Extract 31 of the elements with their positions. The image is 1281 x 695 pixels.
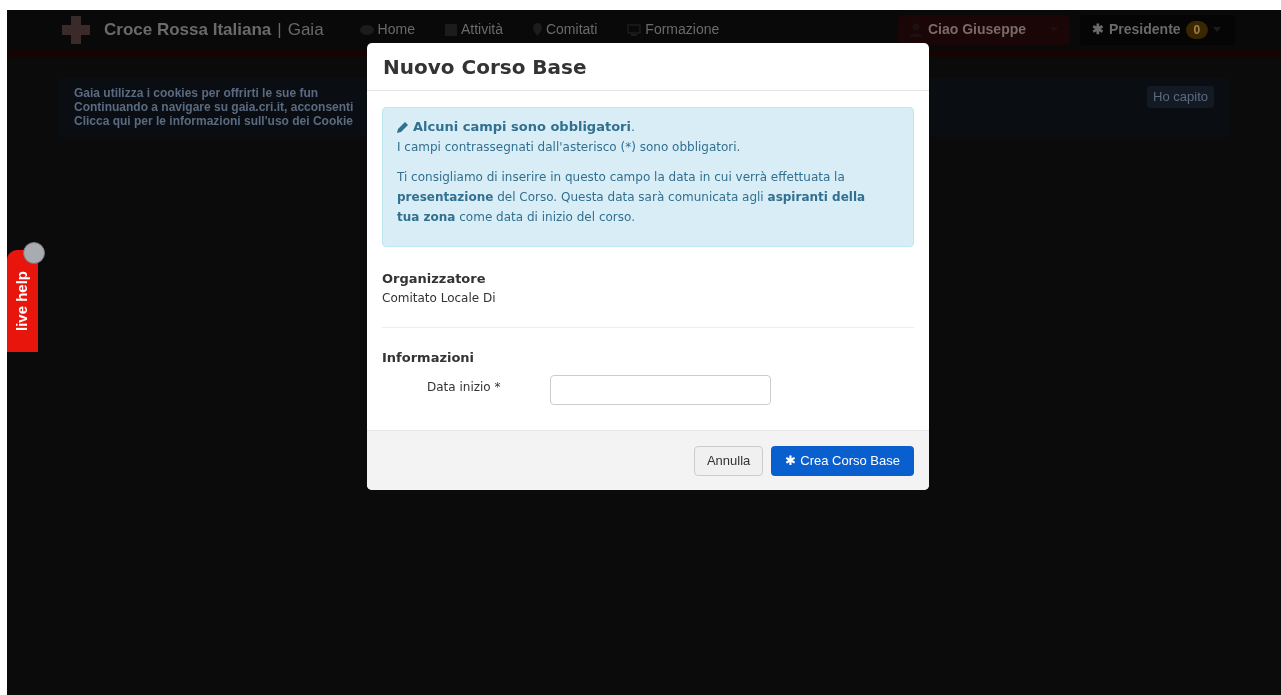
- cookie-text: Gaia utilizza i cookies per offrirti le sue fun: [74, 86, 320, 100]
- organizer-heading: Organizzatore: [382, 270, 487, 288]
- cookie-text: Continuando a navigare su gaia.cri.it, acconsenti: [74, 100, 354, 114]
- nav-link[interactable]: Comitati: [532, 19, 598, 40]
- caret-icon: [1213, 27, 1222, 32]
- nav-link[interactable]: Home: [359, 19, 415, 40]
- alert-text: I campi contrassegnati dall'asterisco (*) sono obbligatori.: [397, 139, 742, 156]
- cross-logo: [62, 15, 90, 44]
- nav-link[interactable]: Attività: [444, 19, 503, 40]
- dismiss-button[interactable]: Ho capito: [1147, 86, 1214, 108]
- pencil-icon: [397, 121, 409, 133]
- alert-paragraph: Ti consigliamo di inserire in questo campo la data in cui verrà effettuata la presentazione del Corso. Questa data sarà comunicata agli aspiranti della tua zona come data di inizio del corso.: [397, 169, 867, 226]
- role-menu-button[interactable]: ✱ Presidente 0: [1080, 14, 1235, 45]
- alert-heading: Alcuni campi sono obbligatori.: [413, 118, 636, 136]
- brand-suffix[interactable]: Gaia: [287, 16, 324, 43]
- modal-title: Nuovo Corso Base: [383, 53, 587, 81]
- brand-separator: |: [277, 18, 282, 41]
- asterisk-icon: ✱: [1092, 19, 1104, 40]
- cookie-text: Clicca qui per le informazioni sull'uso dei Cookie: [74, 114, 354, 128]
- section-heading: Informazioni: [382, 348, 476, 367]
- nav-link[interactable]: Formazione: [627, 19, 720, 40]
- organizer-name: Comitato Locale Di: [382, 289, 497, 307]
- notification-badge: 0: [1185, 20, 1209, 39]
- date-input[interactable]: [550, 375, 771, 405]
- user-menu-button[interactable]: Ciao Giuseppe: [898, 14, 1070, 45]
- field-label: Data inizio *: [426, 379, 502, 396]
- live-help-tab[interactable]: live help: [7, 250, 38, 352]
- cancel-button[interactable]: Annulla: [693, 445, 764, 476]
- create-button[interactable]: ✱ Crea Corso Base: [771, 445, 914, 476]
- brand-name[interactable]: Croce Rossa Italiana: [104, 16, 272, 43]
- asterisk-icon: ✱: [785, 450, 797, 471]
